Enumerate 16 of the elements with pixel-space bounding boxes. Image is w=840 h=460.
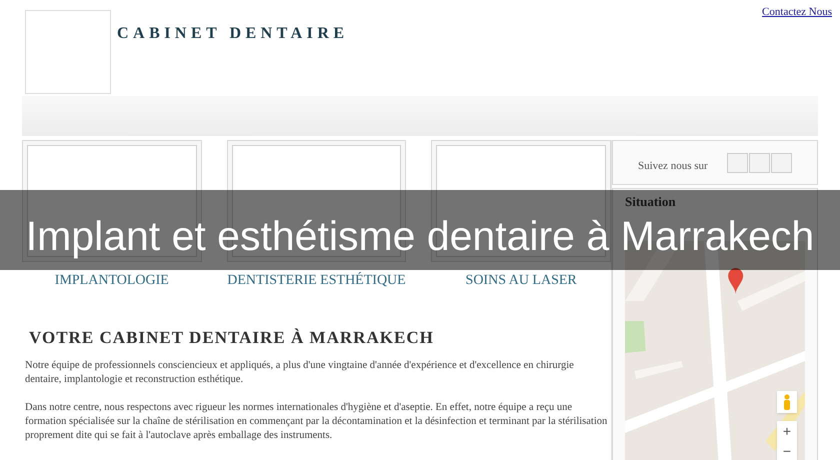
social-icon[interactable] (727, 152, 748, 172)
body-paragraph: Dans notre centre, nous respectons avec rigueur les normes internationales d'hygiène et d'aseptie. En effet, notre équipe a reçu une formation spécialisée sur la chaîne de stérilisation en commençant par la décontamination et la désinfection et terminant par la stérilisation proprement dite qui se fait à l'autoclave après emballage des instruments. (25, 400, 608, 442)
follow-label: Suivez nous sur (638, 159, 708, 174)
service-link[interactable]: IMPLANTOLOGIE (22, 270, 202, 291)
panel-title: Situation (625, 193, 677, 211)
body-paragraph: Notre équipe de professionnels consciencieux et appliqués, a plus d'une vingtaine d'année d'expérience et d'excellence en chirurgie dentaire, implantologie et reconstruction esthétique. (25, 358, 575, 386)
service-link[interactable]: SOINS AU LASER (431, 270, 611, 291)
social-icon[interactable] (749, 152, 770, 172)
service-link[interactable]: DENTISTERIE ESTHÉTIQUE (226, 270, 406, 291)
site-title: CABINET DENTAIRE (117, 24, 349, 44)
zoom-out-button[interactable]: − (777, 440, 797, 460)
contact-link[interactable]: Contactez Nous (752, 4, 832, 96)
social-icon[interactable] (771, 152, 792, 172)
section-heading: VOTRE CABINET DENTAIRE À MARRAKECH (29, 327, 435, 349)
zoom-in-button[interactable]: + (777, 420, 797, 440)
person-icon[interactable] (777, 390, 797, 412)
